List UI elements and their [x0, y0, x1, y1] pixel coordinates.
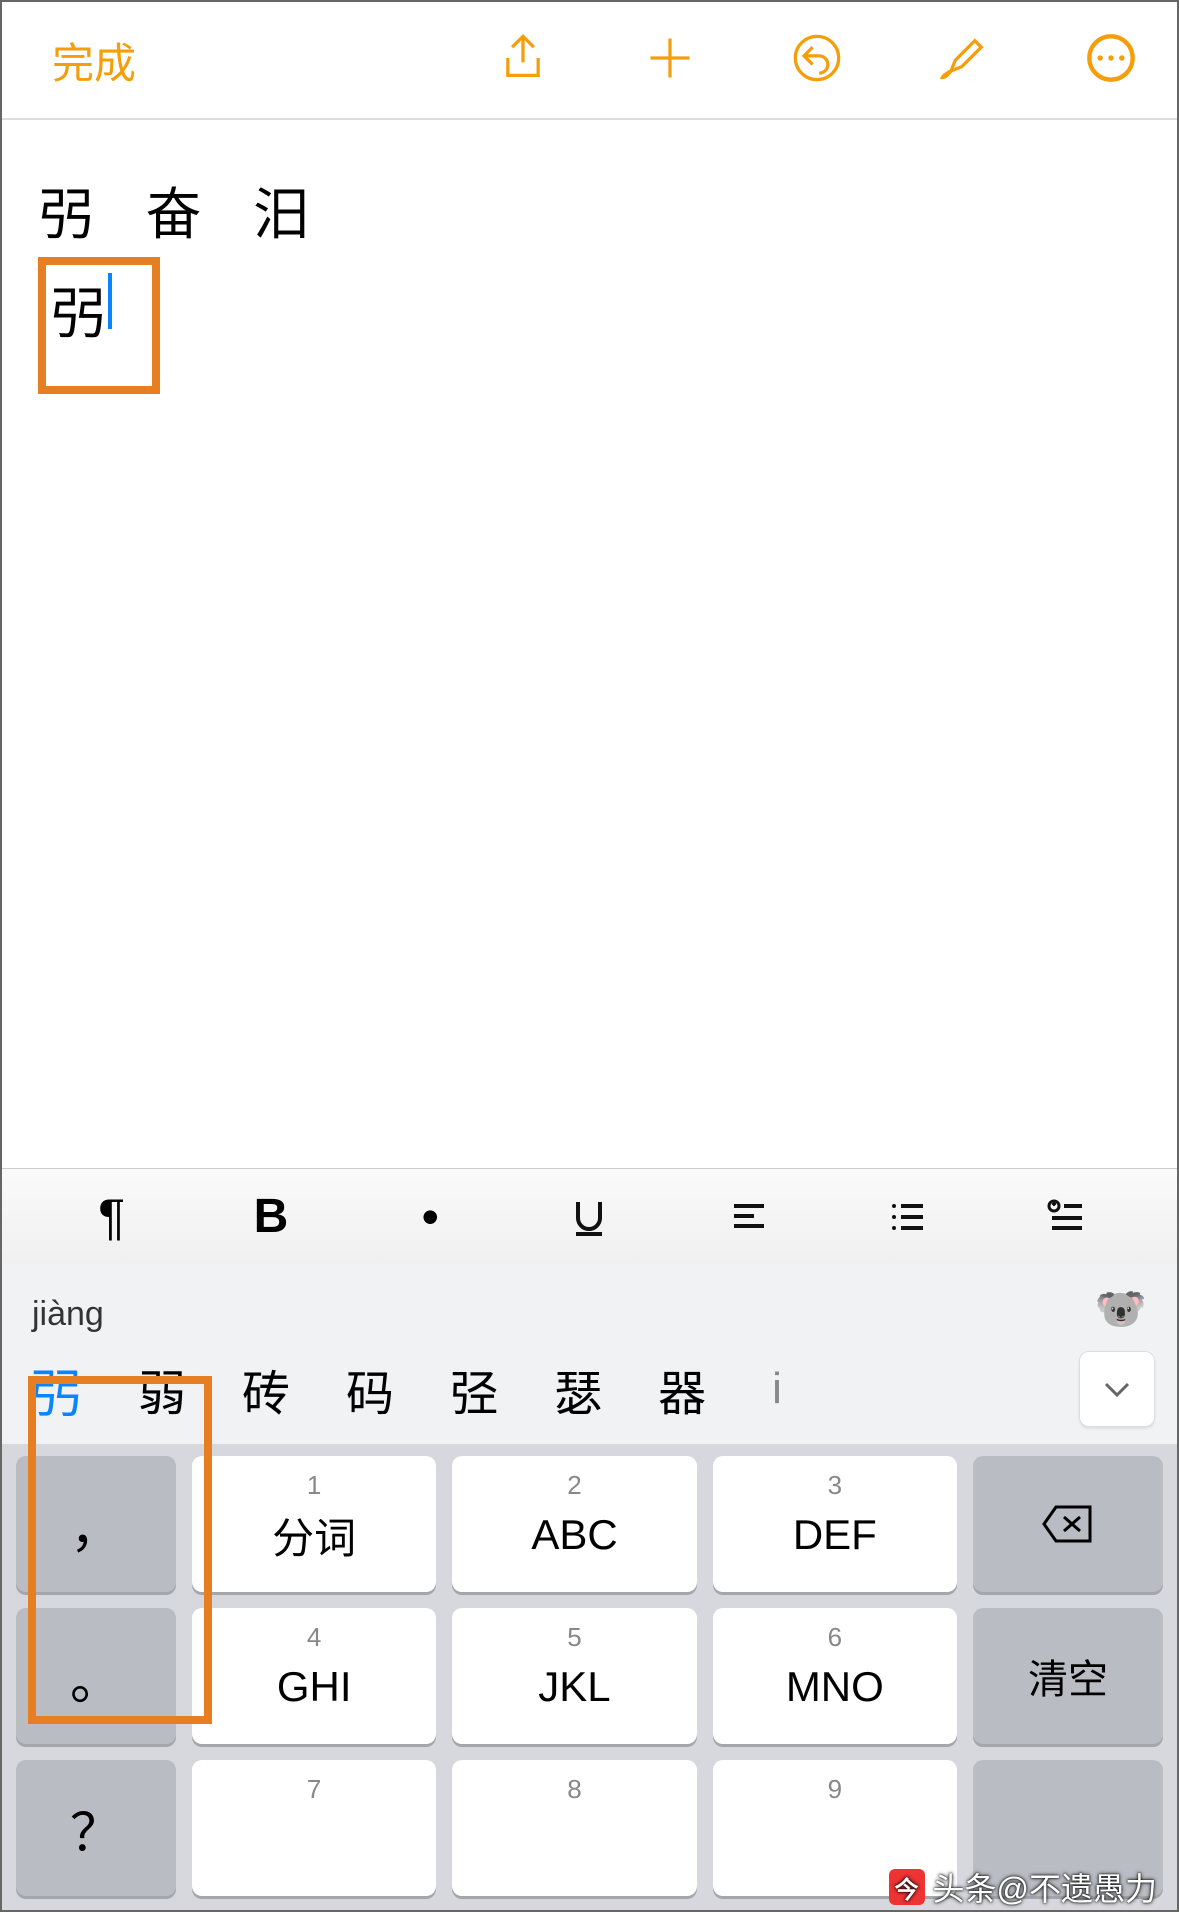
ime-candidate-area: jiàng 🐨 弜 弱 砖 码 弪 瑟 器 i [2, 1264, 1177, 1444]
ime-candidate-3[interactable]: 码 [346, 1354, 394, 1424]
text-cursor [108, 273, 112, 329]
key-1-fenci[interactable]: 1分词 [192, 1456, 436, 1592]
ime-candidate-5[interactable]: 瑟 [554, 1354, 602, 1424]
ime-candidate-4[interactable]: 弪 [450, 1354, 498, 1424]
key-question[interactable]: ？ [16, 1760, 176, 1896]
emoji-picker-icon[interactable]: 🐨 [1095, 1285, 1147, 1334]
paragraph-style-button[interactable]: ¶ [77, 1189, 147, 1245]
note-editor[interactable]: 弜 奋 汨 弜 [2, 120, 1177, 1168]
undo-icon[interactable] [791, 32, 843, 89]
key-7[interactable]: 7 [192, 1760, 436, 1896]
key-period[interactable]: 。 [16, 1608, 176, 1744]
key-5-jkl[interactable]: 5JKL [452, 1608, 696, 1744]
done-button[interactable]: 完成 [52, 30, 136, 91]
key-4-ghi[interactable]: 4GHI [192, 1608, 436, 1744]
more-icon[interactable] [1085, 32, 1137, 89]
watermark: 今 头条@不遗愚力 [889, 1864, 1158, 1910]
key-6-mno[interactable]: 6MNO [713, 1608, 957, 1744]
keyboard: ， 1分词 2ABC 3DEF 。 4GHI 5JKL 6MNO 清空 ？ 7 … [2, 1444, 1177, 1910]
ime-reading-row: jiàng 🐨 [2, 1264, 1177, 1334]
share-icon[interactable] [497, 32, 549, 89]
align-button[interactable] [714, 1189, 784, 1245]
key-clear[interactable]: 清空 [973, 1608, 1163, 1744]
editor-highlight-box: 弜 [38, 257, 160, 394]
plus-icon[interactable] [644, 32, 696, 89]
ime-candidate-0[interactable]: 弜 [30, 1352, 82, 1427]
format-toolbar: ¶ B • [2, 1168, 1177, 1264]
bullet-button[interactable]: • [395, 1189, 465, 1245]
key-8[interactable]: 8 [452, 1760, 696, 1896]
list-button[interactable] [873, 1189, 943, 1245]
key-3-def[interactable]: 3DEF [713, 1456, 957, 1592]
ime-reading: jiàng [32, 1295, 104, 1334]
styling-brush-icon[interactable] [938, 32, 990, 89]
indent-button[interactable] [1032, 1189, 1102, 1245]
key-2-abc[interactable]: 2ABC [452, 1456, 696, 1592]
candidate-expand-button[interactable] [1079, 1351, 1155, 1427]
ime-candidate-1[interactable]: 弱 [138, 1354, 186, 1424]
app-toolbar: 完成 [2, 2, 1177, 120]
ime-candidate-6[interactable]: 器 [658, 1354, 706, 1424]
key-comma[interactable]: ， [16, 1456, 176, 1592]
ime-candidate-2[interactable]: 砖 [242, 1354, 290, 1424]
bold-button[interactable]: B [236, 1189, 306, 1245]
watermark-text: 头条@不遗愚力 [933, 1864, 1158, 1910]
ime-candidates: 弜 弱 砖 码 弪 瑟 器 i [2, 1334, 1177, 1444]
editor-line-2: 弜 [50, 282, 106, 345]
watermark-logo-icon: 今 [889, 1869, 925, 1905]
key-backspace[interactable] [973, 1456, 1163, 1592]
editor-line-1: 弜 奋 汨 [38, 170, 1141, 251]
ime-partial: i [772, 1364, 782, 1414]
toolbar-icons [497, 32, 1137, 89]
underline-button[interactable] [554, 1189, 624, 1245]
